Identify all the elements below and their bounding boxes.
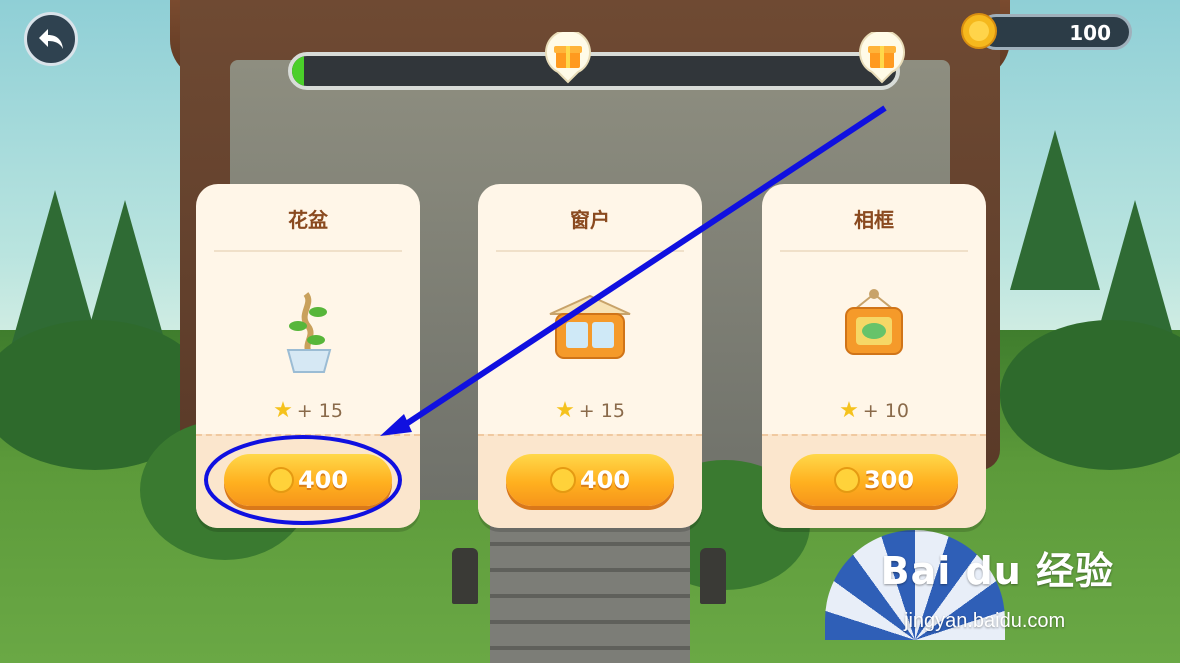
shop-card-picture-frame: 相框 ★ + 10 300 [762, 184, 986, 528]
coin-icon [549, 467, 576, 493]
watermark-url: jingyan.baidu.com [904, 610, 1066, 632]
star-icon: ★ [555, 398, 575, 423]
divider [496, 250, 684, 252]
coin-icon [833, 467, 860, 493]
item-title: 窗户 [570, 208, 610, 232]
price-label: 400 [297, 466, 349, 494]
progress-fill [292, 56, 305, 86]
pine-tree [1010, 130, 1100, 290]
star-reward-value: + 10 [862, 399, 909, 422]
star-icon: ★ [839, 398, 859, 423]
coin-icon [267, 467, 294, 493]
window-icon [549, 294, 631, 359]
star-reward: ★ + 15 [478, 398, 702, 423]
divider [214, 250, 402, 252]
gift-box-icon[interactable] [858, 32, 906, 84]
price-label: 300 [863, 466, 915, 494]
back-arrow-icon [39, 29, 63, 49]
buy-button[interactable]: 300 [790, 454, 958, 506]
coin-icon [961, 13, 997, 49]
buy-button[interactable]: 400 [224, 454, 392, 506]
coin-count: 100 [1069, 21, 1111, 45]
stone-steps [490, 520, 690, 663]
coin-balance: 100 [978, 14, 1132, 50]
star-reward: ★ + 15 [196, 398, 420, 423]
buy-button[interactable]: 400 [506, 454, 674, 506]
item-title: 花盆 [288, 208, 328, 232]
lantern [700, 548, 726, 604]
watermark-logo: Bai du 经验 [881, 540, 1114, 595]
shop-card-window: 窗户 ★ + 15 400 [478, 184, 702, 528]
star-icon: ★ [273, 398, 293, 423]
star-progress-bar [288, 52, 900, 90]
picture-frame-icon [845, 289, 903, 355]
lantern [452, 548, 478, 604]
item-title: 相框 [854, 208, 894, 232]
back-button[interactable] [24, 12, 78, 66]
flower-pot-icon [286, 292, 332, 373]
shop-card-flower-pot: 花盆 ★ + 15 400 [196, 184, 420, 528]
star-reward: ★ + 10 [762, 398, 986, 423]
price-label: 400 [579, 466, 631, 494]
star-reward-value: + 15 [578, 399, 625, 422]
gift-box-icon[interactable] [544, 32, 592, 84]
divider [780, 250, 968, 252]
star-reward-value: + 15 [296, 399, 343, 422]
watermark-brand: Bai du 经验 [880, 549, 1114, 593]
